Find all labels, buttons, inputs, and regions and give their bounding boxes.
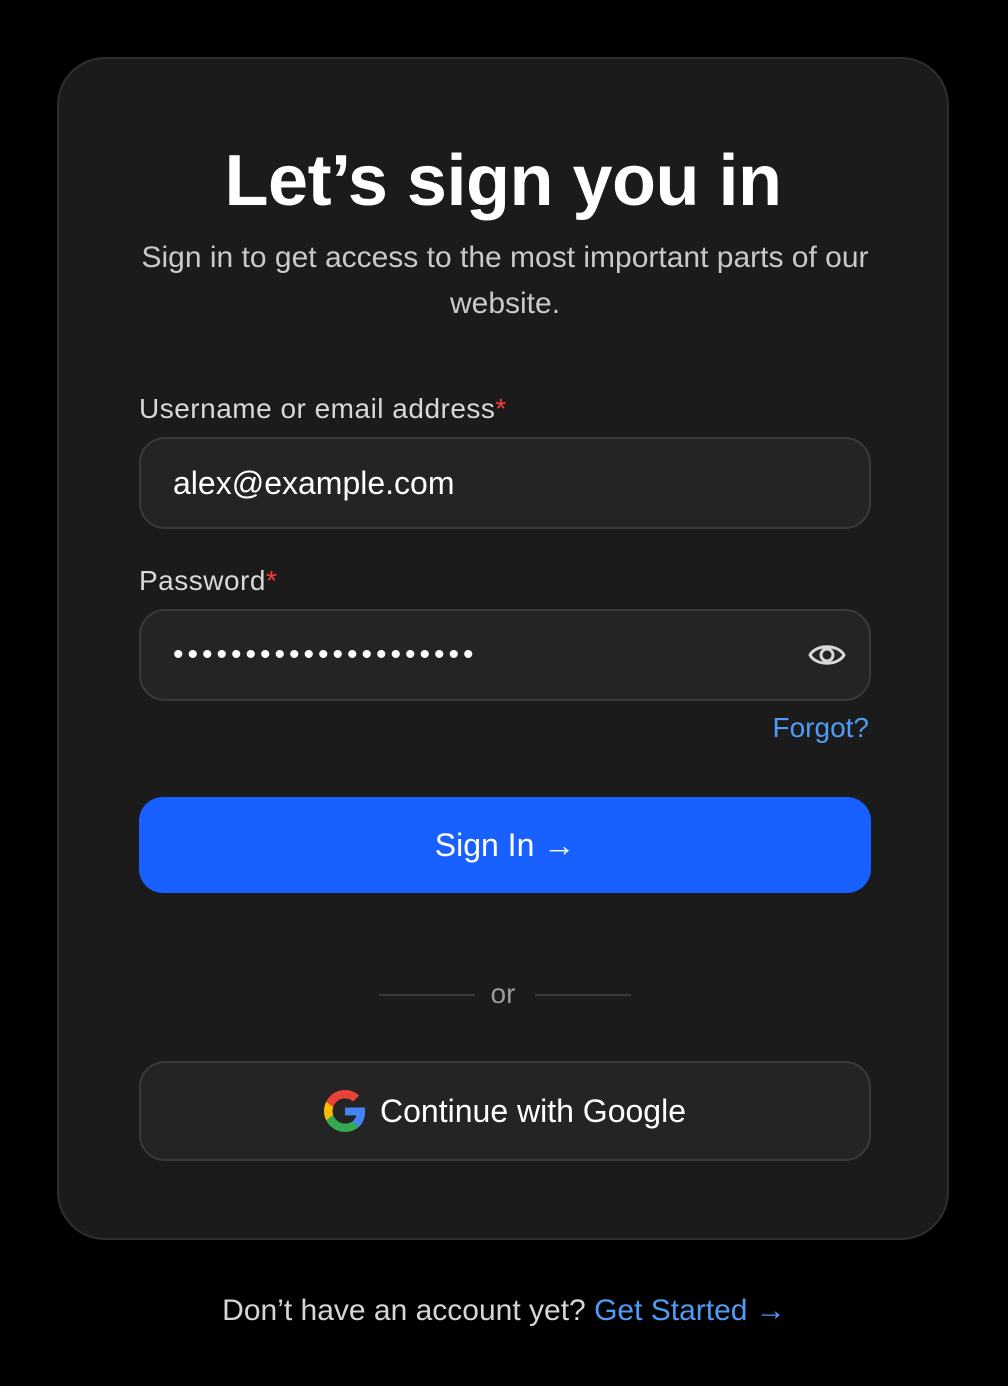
password-field[interactable] — [139, 609, 871, 701]
page-subtitle: Sign in to get access to the most import… — [141, 241, 869, 320]
sign-in-button[interactable]: Sign In → — [139, 797, 871, 893]
sign-in-card: Let’s sign you in Sign in to get access … — [57, 57, 949, 1240]
page: Let’s sign you in Sign in to get access … — [0, 0, 1008, 1386]
eye-icon[interactable] — [807, 637, 847, 673]
password-label: Password* — [139, 564, 277, 598]
get-started-link[interactable]: Get Started → — [594, 1294, 786, 1327]
google-button-content: Continue with Google — [141, 1063, 869, 1159]
password-input[interactable] — [173, 611, 793, 699]
username-label-text: Username or email address — [139, 393, 496, 424]
footer-prompt: Don’t have an account yet? — [222, 1294, 586, 1327]
required-mark: * — [495, 393, 507, 424]
forgot-password-link[interactable]: Forgot? — [773, 711, 870, 745]
password-label-text: Password — [139, 565, 266, 596]
username-field[interactable] — [139, 437, 871, 529]
page-title: Let’s sign you in — [224, 141, 782, 221]
required-mark: * — [265, 565, 278, 596]
footer: Don’t have an account yet? Get Started → — [0, 1292, 1008, 1330]
username-input[interactable] — [173, 439, 793, 527]
continue-with-google-button[interactable]: Continue with Google — [139, 1061, 871, 1161]
google-button-label: Continue with Google — [380, 1092, 686, 1129]
username-label: Username or email address* — [139, 392, 507, 426]
or-divider: or — [59, 974, 947, 1014]
divider-text: or — [490, 978, 516, 1009]
google-icon — [324, 1090, 366, 1132]
divider-line-right — [535, 994, 631, 996]
